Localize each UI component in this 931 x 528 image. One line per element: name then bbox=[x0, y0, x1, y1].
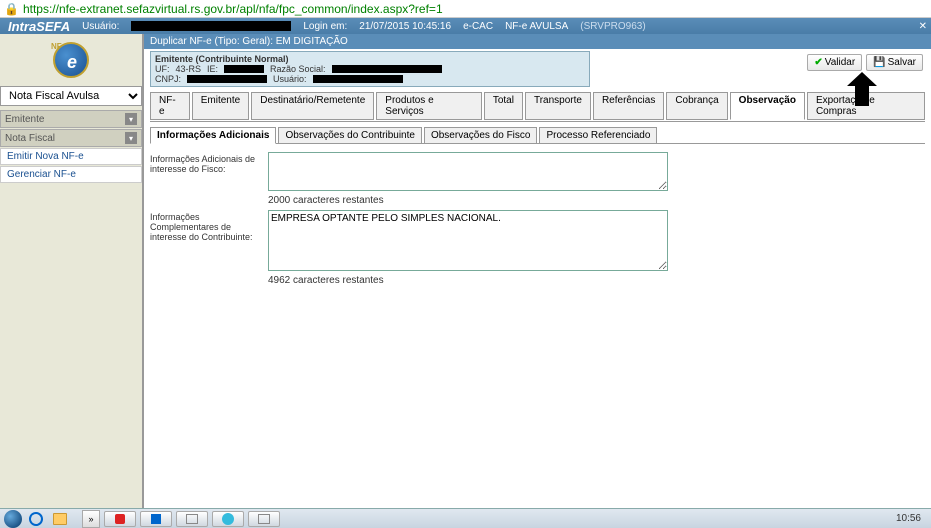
taskbar-chevron-icon[interactable]: » bbox=[82, 510, 100, 528]
sub-tabs: Informações Adicionais Observações do Co… bbox=[144, 122, 931, 143]
tab-cobranca[interactable]: Cobrança bbox=[666, 92, 727, 120]
ie-label: IE: bbox=[207, 64, 218, 74]
server-id: (SRVPRO963) bbox=[580, 21, 645, 32]
tab-observacao[interactable]: Observação bbox=[730, 92, 805, 120]
tab-label: Emitente bbox=[201, 95, 240, 106]
usuario-value-redacted bbox=[131, 21, 291, 31]
sidebar-item-label: Gerenciar NF-e bbox=[7, 169, 76, 180]
sidebar-section-label: Nota Fiscal bbox=[5, 133, 55, 144]
form-area: Informações Adicionais de interesse do F… bbox=[144, 144, 931, 298]
taskbar-ie-icon[interactable] bbox=[26, 511, 46, 527]
sidebar-item-gerenciar[interactable]: Gerenciar NF-e bbox=[0, 166, 142, 183]
cnpj-value-redacted bbox=[187, 75, 267, 83]
uf-label: UF: bbox=[155, 64, 170, 74]
tab-emitente[interactable]: Emitente bbox=[192, 92, 249, 120]
ie-value-redacted bbox=[224, 65, 264, 73]
fisco-char-count: 2000 caracteres restantes bbox=[268, 195, 668, 206]
url-text: https://nfe-extranet.sefazvirtual.rs.gov… bbox=[23, 2, 443, 16]
tab-label: Transporte bbox=[534, 95, 582, 106]
tab-label: Observação bbox=[739, 95, 796, 106]
razao-value-redacted bbox=[332, 65, 442, 73]
page-title: Duplicar NF-e (Tipo: Geral): EM DIGITAÇÃ… bbox=[150, 36, 348, 47]
razao-label: Razão Social: bbox=[270, 64, 326, 74]
tab-label: NF-e bbox=[159, 95, 176, 117]
logo-box bbox=[0, 34, 142, 86]
taskbar-app-3[interactable] bbox=[176, 511, 208, 527]
contrib-char-count: 4962 caracteres restantes bbox=[268, 275, 668, 286]
subtab-obs-contribuinte[interactable]: Observações do Contribuinte bbox=[278, 127, 422, 144]
tab-destinatario[interactable]: Destinatário/Remetente bbox=[251, 92, 374, 120]
taskbar-app-4[interactable] bbox=[212, 511, 244, 527]
taskbar-clock: 10:56 bbox=[896, 513, 927, 524]
ecac-link[interactable]: e-CAC bbox=[463, 21, 493, 32]
uf-value: 43-RS bbox=[176, 64, 202, 74]
sidebar-section-emitente[interactable]: Emitente ▾ bbox=[0, 110, 142, 128]
subtab-label: Observações do Fisco bbox=[431, 130, 531, 141]
button-label: Salvar bbox=[888, 57, 916, 68]
url-bar[interactable]: 🔒 https://nfe-extranet.sefazvirtual.rs.g… bbox=[0, 0, 931, 18]
app-header: IntraSEFA Usuário: Login em: 21/07/2015 … bbox=[0, 18, 931, 34]
contrib-label: Informações Complementares de interesse … bbox=[150, 210, 260, 242]
taskbar[interactable]: » 10:56 bbox=[0, 508, 931, 528]
sidebar-item-emitir-nova[interactable]: Emitir Nova NF-e bbox=[0, 148, 142, 165]
contrib-textarea[interactable] bbox=[268, 210, 668, 271]
taskbar-folder-icon[interactable] bbox=[50, 511, 70, 527]
page-title-bar: Duplicar NF-e (Tipo: Geral): EM DIGITAÇÃ… bbox=[144, 34, 931, 49]
login-label: Login em: bbox=[303, 21, 347, 32]
login-time: 21/07/2015 10:45:16 bbox=[359, 21, 451, 32]
lock-icon: 🔒 bbox=[4, 2, 19, 16]
brand-text: IntraSEFA bbox=[8, 19, 70, 34]
save-icon: 💾 bbox=[873, 57, 885, 68]
nfe-logo-icon bbox=[53, 42, 89, 78]
tab-label: Total bbox=[493, 95, 514, 106]
start-button[interactable] bbox=[4, 510, 22, 528]
module-select[interactable]: Nota Fiscal Avulsa bbox=[0, 86, 142, 106]
subtab-label: Informações Adicionais bbox=[157, 130, 269, 141]
nfe-avulsa-link[interactable]: NF-e AVULSA bbox=[505, 21, 568, 32]
tab-label: Cobrança bbox=[675, 95, 718, 106]
main-tabs: NF-e Emitente Destinatário/Remetente Pro… bbox=[144, 91, 931, 119]
sidebar-section-nota-fiscal[interactable]: Nota Fiscal ▾ bbox=[0, 129, 142, 147]
subtab-label: Observações do Contribuinte bbox=[285, 130, 415, 141]
subtab-info-adicionais[interactable]: Informações Adicionais bbox=[150, 127, 276, 144]
sidebar-section-label: Emitente bbox=[5, 114, 44, 125]
fisco-label: Informações Adicionais de interesse do F… bbox=[150, 152, 260, 174]
validar-button[interactable]: ✔ Validar bbox=[807, 54, 862, 71]
usuario-label: Usuário: bbox=[273, 74, 307, 84]
emitente-title: Emitente (Contribuinte Normal) bbox=[155, 54, 289, 64]
tab-label: Referências bbox=[602, 95, 655, 106]
subtab-label: Processo Referenciado bbox=[546, 130, 650, 141]
cnpj-label: CNPJ: bbox=[155, 74, 181, 84]
tab-nfe[interactable]: NF-e bbox=[150, 92, 190, 120]
chevron-down-icon: ▾ bbox=[125, 132, 137, 144]
content-area: Duplicar NF-e (Tipo: Geral): EM DIGITAÇÃ… bbox=[144, 34, 931, 508]
subtab-processo-ref[interactable]: Processo Referenciado bbox=[539, 127, 657, 144]
tab-label: Destinatário/Remetente bbox=[260, 95, 365, 106]
chevron-down-icon: ▾ bbox=[125, 113, 137, 125]
tab-referencias[interactable]: Referências bbox=[593, 92, 664, 120]
taskbar-app-1[interactable] bbox=[104, 511, 136, 527]
sidebar-item-label: Emitir Nova NF-e bbox=[7, 151, 84, 162]
close-icon[interactable]: ✕ bbox=[919, 21, 927, 32]
button-label: Validar bbox=[825, 57, 855, 68]
taskbar-app-5[interactable] bbox=[248, 511, 280, 527]
subtab-obs-fisco[interactable]: Observações do Fisco bbox=[424, 127, 538, 144]
fisco-textarea[interactable] bbox=[268, 152, 668, 191]
check-icon: ✔ bbox=[814, 57, 822, 68]
usuario-label: Usuário: bbox=[82, 21, 119, 32]
tab-total[interactable]: Total bbox=[484, 92, 523, 120]
tab-produtos[interactable]: Produtos e Serviços bbox=[376, 92, 482, 120]
annotation-arrow-icon bbox=[847, 72, 877, 106]
tab-label: Produtos e Serviços bbox=[385, 95, 433, 117]
action-buttons: ✔ Validar 💾 Salvar bbox=[807, 54, 923, 71]
tab-transporte[interactable]: Transporte bbox=[525, 92, 591, 120]
usuario-value-redacted bbox=[313, 75, 403, 83]
salvar-button[interactable]: 💾 Salvar bbox=[866, 54, 923, 71]
sidebar: Nota Fiscal Avulsa Emitente ▾ Nota Fisca… bbox=[0, 34, 144, 508]
emitente-info-box: Emitente (Contribuinte Normal) UF: 43-RS… bbox=[150, 51, 590, 87]
taskbar-app-2[interactable] bbox=[140, 511, 172, 527]
